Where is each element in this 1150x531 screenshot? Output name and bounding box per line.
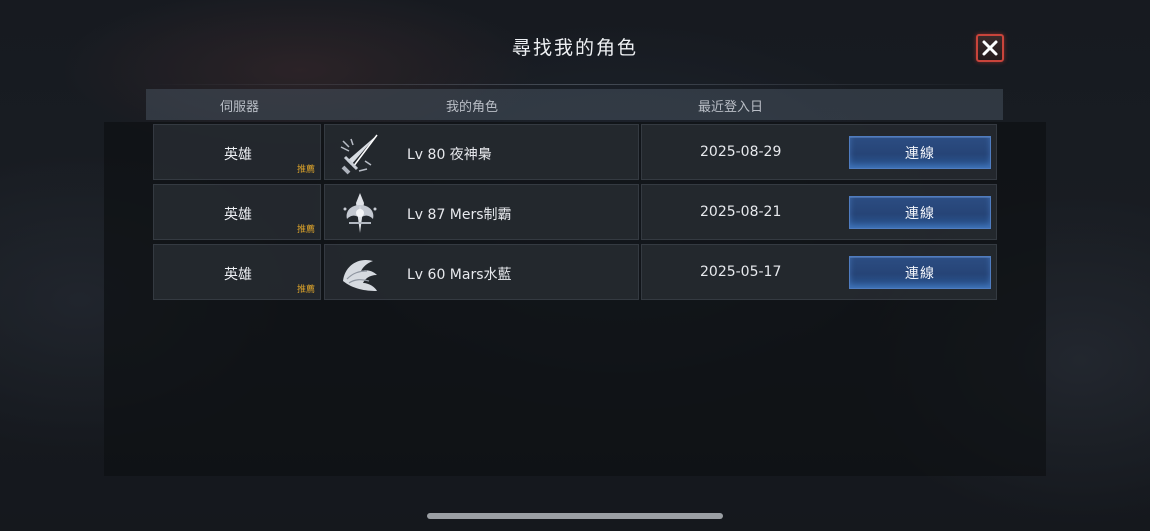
login-cell: 2025-05-17 連線: [641, 244, 997, 300]
recommend-tag: 推薦: [296, 225, 315, 235]
server-cell: 英雄 推薦: [153, 124, 321, 180]
blade-class-icon: [340, 134, 378, 175]
character-row: 英雄 推薦 Lv 87 Mers制霸 2025-08-21 連線: [153, 184, 997, 240]
crest-class-icon: [343, 193, 377, 233]
character-cell: Lv 60 Mars水藍: [324, 244, 639, 300]
title-divider: [146, 84, 1004, 85]
last-login-date: 2025-08-21: [700, 204, 782, 220]
connect-button[interactable]: 連線: [849, 256, 991, 289]
header-character: 我的角色: [446, 100, 499, 115]
connect-button[interactable]: 連線: [849, 196, 991, 229]
server-cell: 英雄 推薦: [153, 184, 321, 240]
character-cell: Lv 87 Mers制霸: [324, 184, 639, 240]
character-name: Lv 60 Mars水藍: [407, 267, 512, 283]
home-indicator[interactable]: [427, 513, 723, 519]
last-login-date: 2025-08-29: [700, 144, 782, 160]
recommend-tag: 推薦: [296, 285, 315, 295]
recommend-tag: 推薦: [296, 165, 315, 175]
close-icon: [982, 40, 998, 56]
server-name: 英雄: [224, 207, 252, 223]
character-name: Lv 87 Mers制霸: [407, 207, 512, 223]
connect-button[interactable]: 連線: [849, 136, 991, 169]
login-cell: 2025-08-21 連線: [641, 184, 997, 240]
server-cell: 英雄 推薦: [153, 244, 321, 300]
table-header: 伺服器 我的角色 最近登入日: [146, 89, 1003, 120]
character-cell: Lv 80 夜神梟: [324, 124, 639, 180]
server-name: 英雄: [224, 147, 252, 163]
character-row: 英雄 推薦 Lv 80 夜神梟 2025-08-29 連線: [153, 124, 997, 180]
server-name: 英雄: [224, 267, 252, 283]
wing-class-icon: [343, 259, 377, 291]
header-server: 伺服器: [220, 100, 260, 115]
last-login-date: 2025-05-17: [700, 264, 782, 280]
login-cell: 2025-08-29 連線: [641, 124, 997, 180]
header-last-login: 最近登入日: [698, 100, 764, 115]
close-button[interactable]: [976, 34, 1004, 62]
character-row: 英雄 推薦 Lv 60 Mars水藍 2025-05-17 連線: [153, 244, 997, 300]
character-name: Lv 80 夜神梟: [407, 147, 492, 163]
